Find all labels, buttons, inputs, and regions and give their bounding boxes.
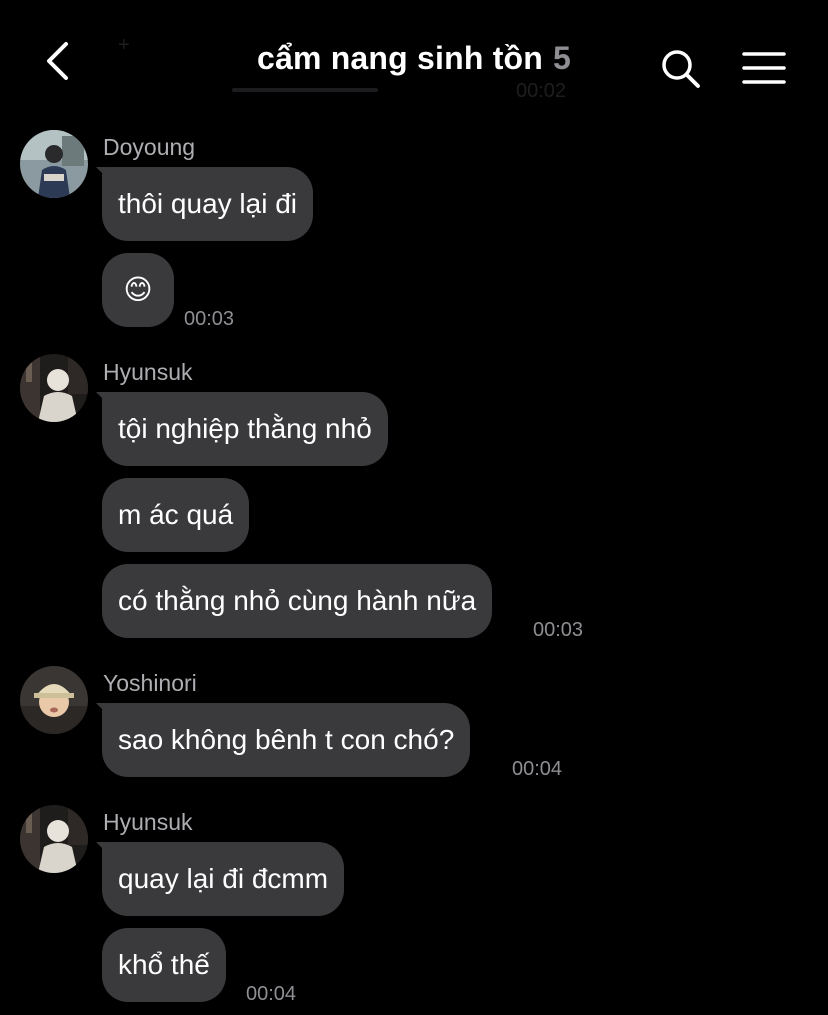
chat-header: + cẩm nang sinh tồn 5 00:02 <box>0 0 828 115</box>
message-bubble[interactable]: m ác quá <box>102 478 250 552</box>
sender-name[interactable]: Hyunsuk <box>103 359 192 386</box>
message-time: 00:04 <box>512 758 563 780</box>
search-button[interactable] <box>660 48 702 90</box>
member-count: 5 <box>553 40 572 76</box>
search-icon <box>662 50 700 88</box>
sender-name[interactable]: Yoshinori <box>103 670 197 697</box>
message-bubble[interactable]: quay lại đi đcmm <box>102 842 345 916</box>
message-bubble-emoji[interactable]: 😊 <box>102 253 174 327</box>
message-time: 00:03 <box>533 619 584 641</box>
avatar-doyoung[interactable] <box>20 130 88 198</box>
avatar-hyunsuk[interactable] <box>20 805 88 873</box>
message-bubble[interactable]: có thằng nhỏ cùng hành nữa <box>102 564 493 638</box>
message-bubble[interactable]: khổ thế <box>102 928 226 1002</box>
sender-name[interactable]: Hyunsuk <box>103 809 192 836</box>
hamburger-menu-icon <box>742 52 786 84</box>
menu-button[interactable] <box>742 50 786 86</box>
message-bubble[interactable]: tội nghiệp thằng nhỏ <box>102 392 388 466</box>
ghost-time: 00:02 <box>516 80 567 102</box>
message-time: 00:04 <box>246 983 297 1005</box>
message-time: 00:03 <box>184 308 235 330</box>
sender-name[interactable]: Doyoung <box>103 134 195 161</box>
message-bubble[interactable]: sao không bênh t con chó? <box>102 703 471 777</box>
header-divider <box>232 88 378 92</box>
chat-title[interactable]: cẩm nang sinh tồn 5 <box>0 40 828 77</box>
avatar-yoshinori[interactable] <box>20 666 88 734</box>
avatar-hyunsuk[interactable] <box>20 354 88 422</box>
message-bubble[interactable]: thôi quay lại đi <box>102 167 314 241</box>
chat-title-text: cẩm nang sinh tồn <box>256 40 544 76</box>
